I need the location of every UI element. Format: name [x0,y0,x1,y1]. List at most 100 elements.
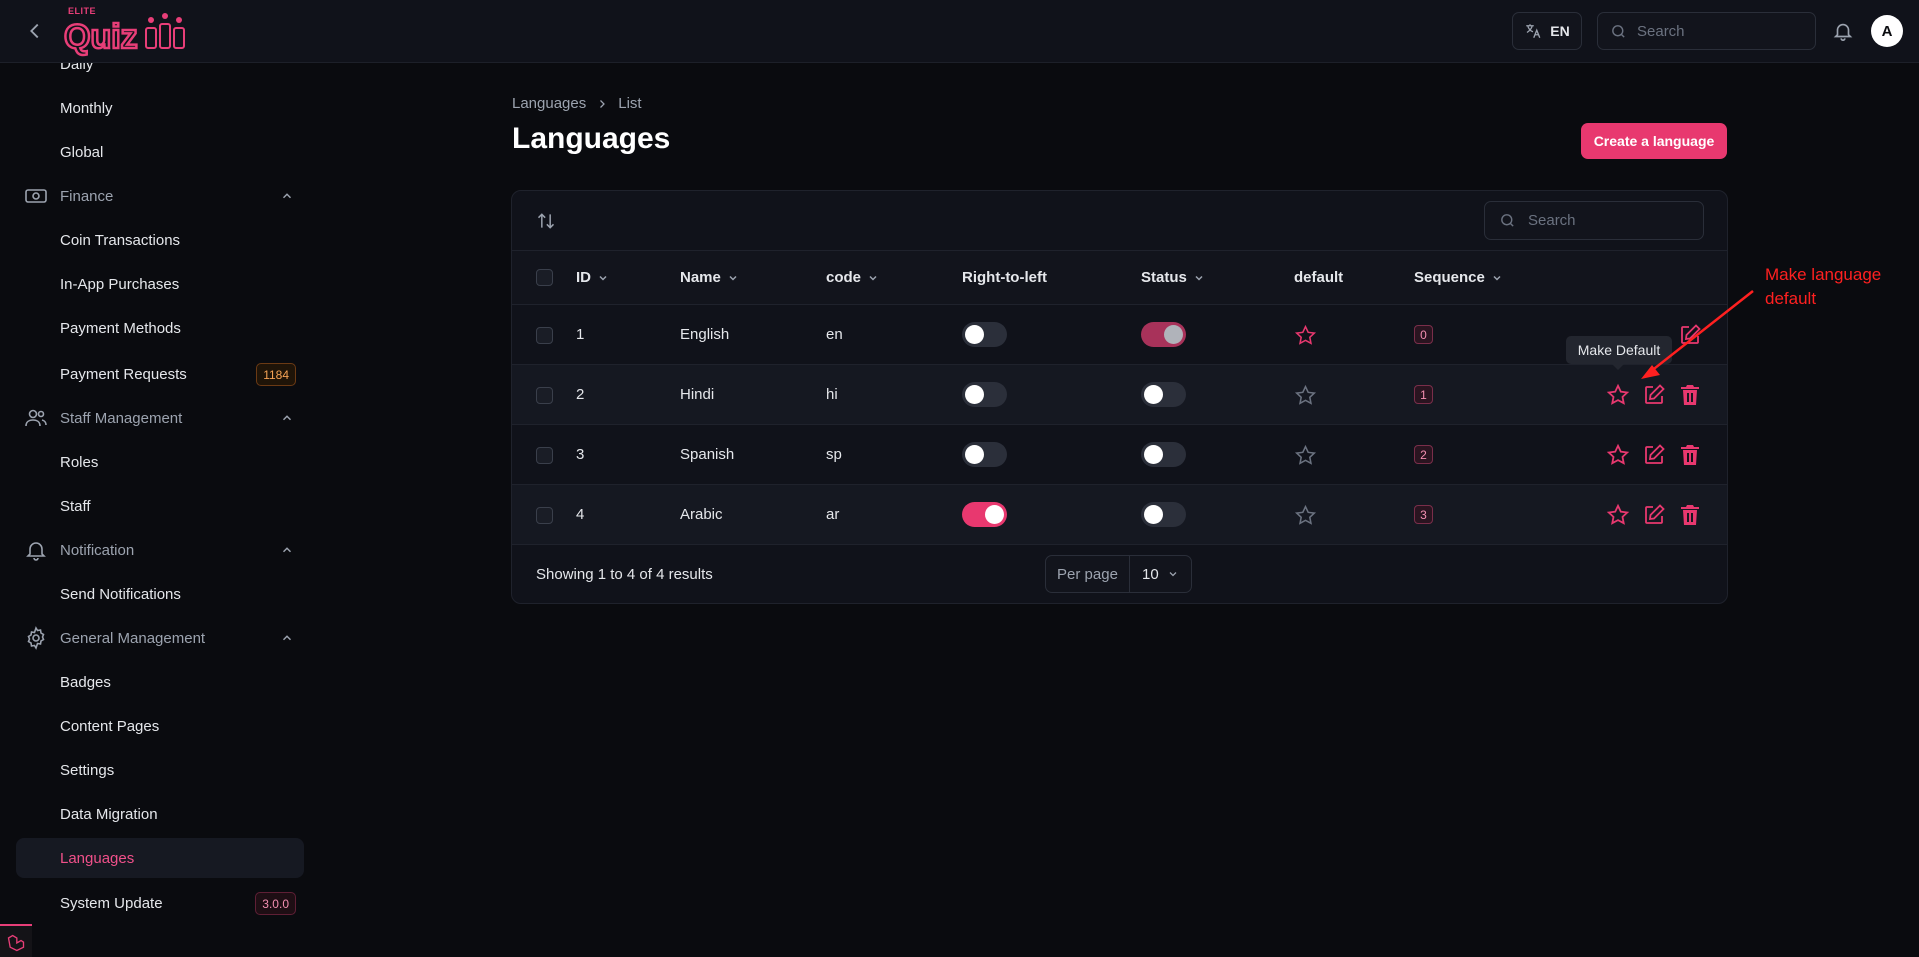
table-row: 2 Hindi hi 1 [512,365,1727,425]
page-title: Languages [512,122,671,155]
per-page-value[interactable]: 10 [1130,566,1191,583]
sidebar-item-payment-requests[interactable]: Payment Requests 1184 [16,354,304,394]
edit-icon[interactable] [1678,323,1702,347]
sidebar-item-languages[interactable]: Languages [16,838,304,878]
chevron-down-icon [599,275,607,281]
sidebar-item-system-update[interactable]: System Update 3.0.0 [16,883,304,923]
trash-icon[interactable] [1678,443,1702,467]
column-sequence[interactable]: Sequence [1414,269,1503,286]
make-default-star-icon[interactable] [1606,503,1630,527]
per-page-select[interactable]: Per page 10 [1045,555,1192,593]
sequence-badge: 1 [1414,385,1433,404]
cell-code: hi [826,386,838,403]
bell-icon [26,542,46,561]
rtl-toggle[interactable] [962,382,1007,407]
select-all-checkbox[interactable] [536,269,553,286]
row-checkbox[interactable] [536,387,553,404]
star-outline-icon [1294,384,1317,405]
cell-name: English [680,326,730,343]
star-outline-icon [1294,504,1317,525]
chevron-up-icon [282,547,292,553]
row-checkbox[interactable] [536,447,553,464]
sidebar-group-staff-management[interactable]: Staff Management [16,398,304,438]
sidebar-item-monthly[interactable]: Monthly [16,88,304,128]
sidebar-item-content-pages[interactable]: Content Pages [16,706,304,746]
chevron-down-icon [1169,572,1177,577]
status-toggle [1141,322,1186,347]
status-toggle[interactable] [1141,502,1186,527]
column-name[interactable]: Name [680,269,739,286]
create-language-button[interactable]: Create a language [1581,123,1727,159]
trash-icon[interactable] [1678,503,1702,527]
row-checkbox[interactable] [536,327,553,344]
sidebar-item-global[interactable]: Global [16,132,304,172]
status-toggle[interactable] [1141,382,1186,407]
cell-code: en [826,326,843,343]
edit-icon[interactable] [1642,503,1666,527]
cell-name: Spanish [680,446,735,463]
make-default-star-icon[interactable] [1606,443,1630,467]
language-code: EN [1550,23,1570,39]
chevron-down-icon [1493,275,1501,281]
sidebar-item-staff[interactable]: Staff [16,486,304,526]
chevron-down-icon [869,275,877,281]
app-logo[interactable]: ELITE Quiz [62,4,192,57]
sidebar-item-send-notifications[interactable]: Send Notifications [16,574,304,614]
star-outline-icon [1294,444,1317,465]
cell-id: 1 [576,326,585,343]
sidebar-item-data-migration[interactable]: Data Migration [16,794,304,834]
sequence-badge: 2 [1414,445,1433,464]
column-status[interactable]: Status [1141,269,1205,286]
table-toolbar [512,191,1727,251]
rtl-toggle[interactable] [962,502,1007,527]
column-code[interactable]: code [826,269,879,286]
top-bar: ELITE Quiz EN A [0,0,1919,63]
global-search[interactable] [1597,12,1816,50]
sequence-badge: 0 [1414,325,1433,344]
table-search[interactable] [1484,201,1704,240]
trash-icon[interactable] [1678,383,1702,407]
row-checkbox[interactable] [536,507,553,524]
chevron-down-icon [1195,275,1203,281]
breadcrumb-languages[interactable]: Languages [512,95,586,112]
star-filled-icon [1294,324,1317,345]
cell-id: 4 [576,506,585,523]
sidebar-group-general-management[interactable]: General Management [16,618,304,658]
breadcrumb: Languages List [512,95,642,112]
cell-id: 3 [576,446,585,463]
framework-logo [0,924,32,957]
avatar[interactable]: A [1871,15,1903,47]
cell-code: sp [826,446,842,463]
sort-icon[interactable] [536,211,556,231]
sidebar-item-in-app-purchases[interactable]: In-App Purchases [16,264,304,304]
logo-wordmark: Quiz [63,13,185,57]
table-search-input[interactable] [1528,212,1688,229]
chevron-up-icon [282,415,292,421]
sidebar: Daily Monthly Global Finance Coin Transa… [0,63,310,957]
sidebar-item-payment-methods[interactable]: Payment Methods [16,308,304,348]
rtl-toggle[interactable] [962,442,1007,467]
make-default-star-icon[interactable] [1606,383,1630,407]
sidebar-item-settings[interactable]: Settings [16,750,304,790]
search-icon [1612,24,1625,38]
sidebar-group-finance[interactable]: Finance [16,176,304,216]
gear-icon [27,626,45,650]
chevron-left-icon[interactable] [24,20,46,42]
sidebar-item-daily[interactable]: Daily [16,63,304,84]
sidebar-item-badges[interactable]: Badges [16,662,304,702]
sidebar-group-notification[interactable]: Notification [16,530,304,570]
banknote-icon [25,189,47,203]
edit-icon[interactable] [1642,443,1666,467]
bell-icon[interactable] [1832,20,1854,42]
chevron-up-icon [282,635,292,641]
sidebar-item-roles[interactable]: Roles [16,442,304,482]
language-switcher-button[interactable]: EN [1512,12,1582,50]
global-search-input[interactable] [1637,22,1797,40]
sidebar-item-coin-transactions[interactable]: Coin Transactions [16,220,304,260]
cell-name: Hindi [680,386,715,403]
users-icon [25,409,47,427]
rtl-toggle[interactable] [962,322,1007,347]
status-toggle[interactable] [1141,442,1186,467]
edit-icon[interactable] [1642,383,1666,407]
column-id[interactable]: ID [576,269,609,286]
